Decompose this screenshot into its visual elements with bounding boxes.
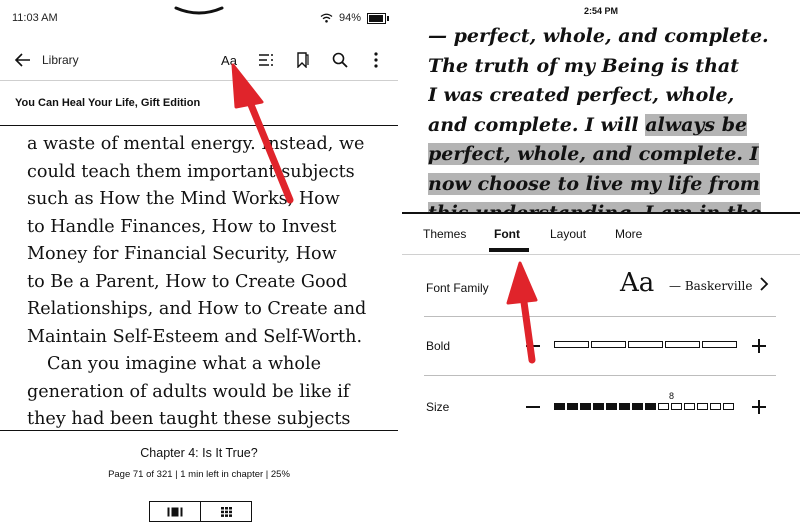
highlighted-text[interactable]: perfect, whole, and complete. I	[428, 143, 759, 165]
more-button[interactable]	[365, 49, 387, 71]
highlighted-text[interactable]: this understanding. I am in the	[428, 202, 762, 212]
tab-themes[interactable]: Themes	[423, 227, 466, 241]
library-link[interactable]: Library	[42, 53, 79, 67]
level-segment[interactable]	[723, 403, 734, 410]
level-segment[interactable]	[580, 403, 591, 410]
level-segment[interactable]	[567, 403, 578, 410]
size-level-track[interactable]	[554, 403, 734, 410]
chevron-right-icon[interactable]	[758, 276, 770, 292]
bold-level-track[interactable]	[554, 341, 737, 348]
level-segment[interactable]	[665, 341, 700, 348]
text-line: could teach them important subjects	[27, 161, 355, 182]
pull-down-handle-icon[interactable]	[174, 6, 224, 18]
font-sample: Aa	[620, 268, 655, 298]
text-line: to Be a Parent, How to Create Good	[27, 271, 348, 292]
search-icon	[332, 52, 348, 68]
level-segment[interactable]	[658, 403, 669, 410]
battery-fill	[369, 14, 383, 22]
bookmark-icon	[297, 52, 309, 68]
bookmark-button[interactable]	[292, 49, 314, 71]
active-tab-indicator	[489, 248, 529, 252]
highlighted-text[interactable]: always be	[645, 113, 748, 136]
page-view-button[interactable]	[150, 502, 200, 521]
status-time: 2:54 PM	[583, 6, 618, 16]
size-decrease-button[interactable]	[526, 406, 540, 408]
text-line: and complete. I will always be	[428, 111, 788, 141]
size-increase-button[interactable]	[752, 400, 766, 414]
chapter-title: Chapter 4: Is It True?	[140, 446, 258, 460]
level-segment[interactable]	[554, 403, 565, 410]
settings-tabs: Themes Font Layout More	[402, 214, 800, 255]
status-time: 11:03 AM	[12, 12, 58, 24]
grid-view-icon	[220, 506, 232, 517]
level-segment[interactable]	[554, 341, 589, 348]
level-segment[interactable]	[632, 403, 643, 410]
right-reader-screen: 2:54 PM — perfect, whole, and complete. …	[402, 0, 800, 532]
text-line: I was created perfect, whole,	[428, 84, 735, 106]
contents-icon	[259, 54, 273, 66]
size-label: Size	[426, 400, 450, 414]
bold-row: Bold	[424, 317, 776, 376]
level-segment[interactable]	[606, 403, 617, 410]
size-row: Size 8	[424, 376, 776, 434]
level-segment[interactable]	[591, 341, 626, 348]
reader-toolbar: Library Aa	[0, 40, 398, 81]
text-line: a waste of mental energy. Instead, we	[27, 134, 365, 154]
search-button[interactable]	[329, 49, 351, 71]
highlighted-text[interactable]: now choose to live my life from	[428, 172, 760, 195]
font-settings-button[interactable]: Aa	[218, 49, 240, 71]
contents-button[interactable]	[255, 49, 277, 71]
tab-font[interactable]: Font	[494, 227, 520, 241]
level-segment[interactable]	[593, 403, 604, 410]
battery-percent: 94%	[338, 12, 361, 24]
level-segment[interactable]	[697, 403, 708, 410]
level-segment[interactable]	[710, 403, 721, 410]
bold-label: Bold	[426, 339, 451, 353]
level-segment[interactable]	[702, 341, 737, 348]
text-line: perfect, whole, and complete. I	[428, 140, 788, 170]
text-line: to Handle Finances, How to Invest	[27, 216, 337, 237]
font-family-row[interactable]: Font Family Aa — Baskerville	[424, 258, 776, 317]
text-line: Money for Financial Security, How	[27, 244, 337, 264]
font-settings-icon: Aa	[221, 52, 237, 68]
text-line: generation of adults would be like if	[27, 381, 350, 402]
back-arrow-icon[interactable]	[13, 50, 33, 70]
reading-text[interactable]: — perfect, whole, and complete. The trut…	[428, 22, 788, 212]
left-reader-screen: 11:03 AM 94% Library Aa You Can Heal You…	[0, 0, 398, 532]
bold-decrease-button[interactable]	[526, 345, 540, 347]
book-title: You Can Heal Your Life, Gift Edition	[15, 97, 201, 109]
text-line: this understanding. I am in the	[428, 199, 788, 212]
level-segment[interactable]	[645, 403, 656, 410]
level-segment[interactable]	[628, 341, 663, 348]
header-divider	[0, 125, 398, 126]
reading-text[interactable]: a waste of mental energy. Instead, we co…	[27, 131, 387, 434]
text-line: Relationships, and How to Create and	[27, 299, 367, 319]
text-line: Maintain Self-Esteem and Self-Worth.	[27, 326, 363, 347]
bold-increase-button[interactable]	[752, 339, 766, 353]
text-line: — perfect, whole, and complete.	[428, 25, 769, 47]
text-line: now choose to live my life from	[428, 170, 788, 200]
text-line: The truth of my Being is that	[428, 54, 739, 77]
wifi-icon	[320, 13, 333, 23]
navigation-toggle	[149, 501, 252, 522]
page-view-icon	[167, 507, 183, 516]
text-plain: and complete. I will	[428, 113, 646, 136]
tab-layout[interactable]: Layout	[550, 227, 586, 241]
text-line: Can you imagine what a whole	[47, 354, 322, 374]
more-icon	[374, 52, 378, 68]
grid-view-button[interactable]	[200, 502, 251, 521]
level-segment[interactable]	[619, 403, 630, 410]
text-line: such as How the Mind Works, How	[27, 189, 340, 209]
page-progress: Page 71 of 321 | 1 min left in chapter |…	[108, 469, 290, 480]
level-segment[interactable]	[671, 403, 682, 410]
font-family-value: — Baskerville	[669, 279, 753, 293]
footer-divider	[0, 430, 398, 431]
size-value: 8	[669, 391, 675, 401]
tab-more[interactable]: More	[615, 227, 642, 241]
level-segment[interactable]	[684, 403, 695, 410]
font-family-label: Font Family	[426, 281, 489, 295]
status-indicators: 94%	[320, 12, 389, 24]
battery-icon	[367, 12, 389, 24]
